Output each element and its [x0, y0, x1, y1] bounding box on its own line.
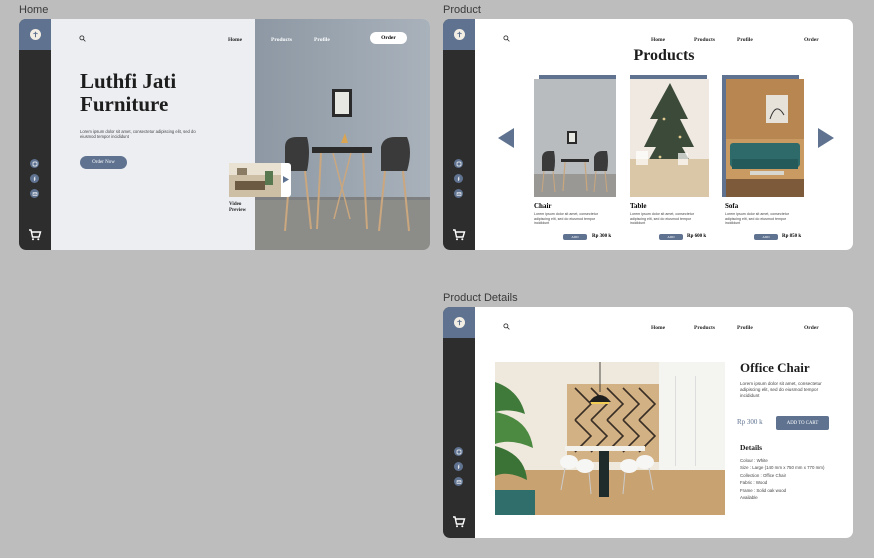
price-sofa: Rp 850 k [782, 234, 802, 239]
details-specs-list: Colour : White Size : Large (140 mm x 75… [740, 457, 850, 501]
hero-description: Lorem ipsum dolor sit amet, consectetur … [80, 129, 196, 140]
add-button-table[interactable]: ADD [659, 234, 683, 240]
product-name-sofa: Sofa [725, 202, 739, 210]
mail-icon[interactable] [454, 189, 463, 198]
product-frame: Home Products Profile Order Products Cha… [443, 19, 853, 250]
nav-home[interactable]: Home [228, 37, 242, 43]
mail-icon[interactable] [454, 477, 463, 486]
nav-profile[interactable]: Profile [737, 325, 753, 331]
sidebar-header [443, 19, 475, 50]
products-heading: Products [633, 47, 695, 64]
spec-item: Fabric : Wood [740, 480, 768, 486]
detail-price: Rp 300 k [737, 418, 763, 426]
nav-order[interactable]: Order [804, 37, 819, 43]
hero-title: Luthfi Jati Furniture [80, 70, 176, 116]
cart-icon[interactable] [452, 229, 466, 241]
spec-item: Available [740, 495, 758, 501]
play-icon[interactable] [283, 176, 289, 183]
sidebar [19, 19, 51, 250]
video-thumbnail [229, 163, 281, 197]
frame-title-product-details: Product Details [443, 292, 518, 304]
instagram-icon[interactable] [454, 159, 463, 168]
add-to-cart-button[interactable]: ADD TO CART [776, 416, 829, 430]
nav-products[interactable]: Products [694, 325, 715, 331]
product-image-chair [534, 79, 616, 197]
cart-icon[interactable] [452, 516, 466, 528]
product-name-chair: Chair [534, 202, 552, 210]
instagram-icon[interactable] [30, 159, 39, 168]
logo-icon[interactable] [29, 29, 41, 40]
arrow-left-icon[interactable] [498, 128, 514, 148]
nav-products[interactable]: Products [271, 37, 292, 43]
sidebar-header [443, 307, 475, 338]
mail-icon[interactable] [30, 189, 39, 198]
add-button-chair[interactable]: ADD [563, 234, 587, 240]
search-icon[interactable] [503, 323, 510, 330]
video-preview-card[interactable] [229, 163, 291, 197]
product-image-sofa [726, 79, 804, 197]
nav-profile[interactable]: Profile [737, 37, 753, 43]
arrow-right-icon[interactable] [818, 128, 834, 148]
frame-title-home: Home [19, 4, 49, 16]
product-desc-chair: Lorem ipsum dolor sit amet, consectetur … [534, 212, 598, 226]
hero-title-line2: Furniture [80, 92, 169, 116]
search-icon[interactable] [503, 35, 510, 42]
sidebar-header [19, 19, 51, 50]
facebook-icon[interactable] [454, 462, 463, 471]
product-card-table[interactable] [630, 75, 712, 197]
home-frame: Home Products Profile Order Luthfi Jati … [19, 19, 430, 250]
hero-title-line1: Luthfi Jati [80, 69, 177, 93]
facebook-icon[interactable] [454, 174, 463, 183]
product-detail-image [495, 362, 725, 515]
price-chair: Rp 300 k [592, 234, 612, 239]
logo-icon[interactable] [453, 29, 465, 40]
detail-title: Office Chair [740, 360, 810, 375]
social-links [454, 447, 463, 486]
video-preview-label: Video Preview [229, 202, 246, 213]
product-image-table [630, 79, 709, 197]
price-table: Rp 600 k [687, 234, 707, 239]
spec-item: Size : Large (140 mm x 750 mm x 770 mm) [740, 465, 825, 471]
nav-products[interactable]: Products [694, 37, 715, 43]
spec-item: Colour : White [740, 458, 768, 463]
order-now-button[interactable]: Order Now [80, 156, 127, 169]
spec-item: Collection : Office Chair [740, 472, 787, 478]
social-links [30, 159, 39, 198]
search-icon[interactable] [79, 35, 86, 42]
product-name-table: Table [630, 202, 647, 210]
product-card-chair[interactable] [534, 75, 616, 197]
nav-home[interactable]: Home [651, 37, 665, 43]
cart-icon[interactable] [28, 229, 42, 241]
nav-order[interactable]: Order [804, 325, 819, 331]
product-desc-table: Lorem ipsum dolor sit amet, consectetur … [630, 212, 694, 226]
detail-description: Lorem ipsum dolor sit amet, consectetur … [740, 381, 822, 398]
logo-icon[interactable] [453, 317, 465, 328]
product-desc-sofa: Lorem ipsum dolor sit amet, consectetur … [725, 212, 789, 226]
social-links [454, 159, 463, 198]
spec-item: Frame : Solid oak wood [740, 487, 787, 493]
add-button-sofa[interactable]: ADD [754, 234, 778, 240]
frame-title-product: Product [443, 4, 481, 16]
details-heading: Details [740, 443, 763, 452]
video-label-line2: Preview [229, 207, 247, 213]
hero-room-image [255, 19, 430, 250]
product-details-frame: Home Products Profile Order Office Chair… [443, 307, 853, 538]
instagram-icon[interactable] [454, 447, 463, 456]
nav-home[interactable]: Home [651, 325, 665, 331]
nav-profile[interactable]: Profile [314, 37, 330, 43]
product-card-sofa[interactable] [722, 75, 804, 197]
order-button[interactable]: Order [370, 32, 407, 44]
sidebar [443, 307, 475, 538]
facebook-icon[interactable] [30, 174, 39, 183]
